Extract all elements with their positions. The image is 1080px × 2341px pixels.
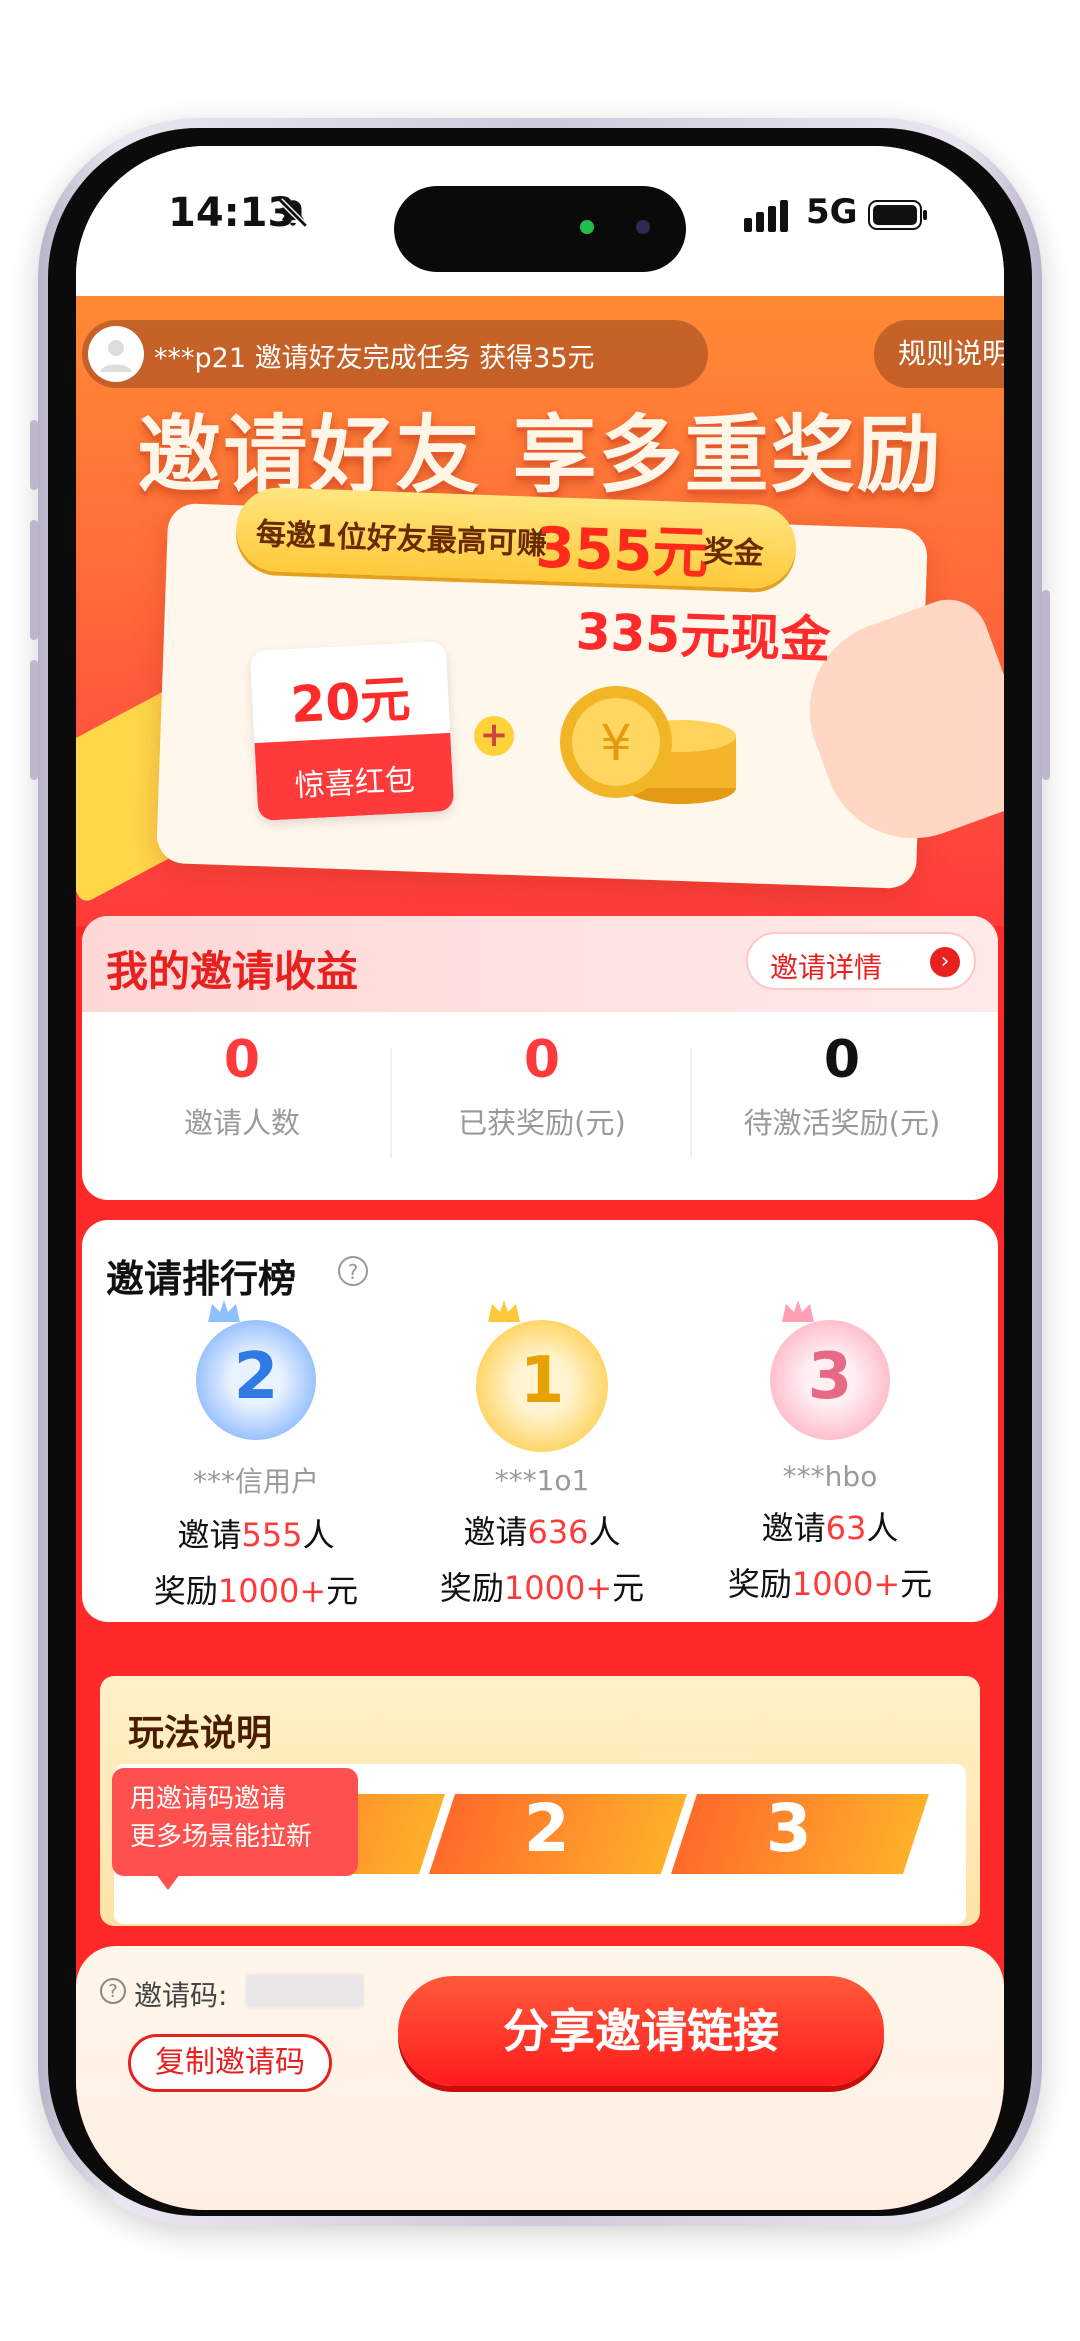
hero-banner: ***p21 邀请好友完成任务 获得35元 规则说明 邀请好友 享多重奖励 每邀…	[76, 296, 1004, 936]
invite-count-line: 邀请555人	[116, 1510, 396, 1556]
medal-rank: 1	[519, 1344, 565, 1418]
status-bar: 14:13 5G	[76, 146, 1004, 296]
camera-lens-icon	[636, 220, 650, 234]
stat-earned-reward: 0 已获奖励(元)	[392, 1030, 692, 1142]
stat-label: 邀请人数	[183, 1106, 300, 1140]
share-invite-link-button[interactable]: 分享邀请链接	[398, 1976, 884, 2086]
pill-amount: 355元	[534, 515, 710, 587]
step-2: 2	[429, 1790, 687, 1874]
user-icon	[100, 340, 132, 372]
pill-prefix: 每邀1位好友最高可赚	[255, 516, 548, 563]
earnings-card: 我的邀请收益 邀请详情 › 0 邀请人数 0 已获奖励(元) 0 待激活奖励(元…	[82, 916, 998, 1200]
copy-invite-code-button[interactable]: 复制邀请码	[128, 2034, 332, 2092]
help-icon[interactable]: ?	[100, 1978, 126, 2004]
medal-2-icon: 2	[196, 1300, 316, 1440]
stat-label: 已获奖励(元)	[458, 1106, 626, 1140]
step-number: 2	[523, 1790, 570, 1867]
earnings-header: 我的邀请收益 邀请详情 ›	[82, 916, 998, 1012]
leaderboard-user: ***1o1	[494, 1464, 590, 1497]
tooltip-tail	[156, 1874, 180, 1890]
invite-details-label: 邀请详情	[770, 951, 883, 984]
leaderboard-entry-rank-1: 1 ***1o1 邀请636人 奖励1000+元	[402, 1300, 682, 1609]
pill-suffix: 奖金	[703, 534, 765, 572]
invite-prefix: 邀请	[177, 1516, 242, 1554]
invite-count: 555	[241, 1516, 303, 1554]
ticker-message: ***p21 邀请好友完成任务 获得35元	[154, 343, 595, 374]
reward-line: 奖励1000+元	[402, 1563, 682, 1609]
invite-code-tooltip: 用邀请码邀请 更多场景能拉新	[112, 1768, 358, 1890]
medal-rank: 2	[233, 1340, 279, 1414]
invite-prefix: 邀请	[463, 1513, 528, 1551]
invite-suffix: 人	[866, 1509, 899, 1547]
reward-amount: 1000+	[503, 1569, 613, 1607]
bell-muted-icon	[278, 198, 308, 228]
rules-button[interactable]: 规则说明	[874, 320, 1004, 388]
app-screen: 14:13 5G ***p21 邀请好友完成任务 获得35元 规则说明 邀请好友…	[76, 146, 1004, 2210]
reward-amount: 1000+	[791, 1565, 901, 1603]
leaderboard-entry-rank-2: 2 ***信用户 邀请555人 奖励1000+元	[116, 1300, 396, 1612]
reward-suffix: 元	[326, 1572, 359, 1610]
leaderboard-entry-rank-3: 3 ***hbo 邀请63人 奖励1000+元	[690, 1300, 970, 1605]
reward-suffix: 元	[900, 1565, 933, 1603]
power-button	[1042, 590, 1050, 780]
stat-value: 0	[223, 1030, 261, 1090]
page-title: 邀请好友 享多重奖励	[137, 406, 943, 504]
reward-line: 奖励1000+元	[116, 1566, 396, 1612]
red-envelope: 20元 惊喜红包	[249, 640, 455, 822]
reward-prefix: 奖励	[439, 1569, 504, 1607]
volume-down-button	[30, 660, 38, 780]
stat-invited-count: 0 邀请人数	[92, 1030, 392, 1142]
medal-1-icon: 1	[476, 1300, 608, 1452]
invite-prefix: 邀请	[761, 1509, 826, 1547]
reward-suffix: 元	[612, 1569, 645, 1607]
invite-suffix: 人	[588, 1513, 621, 1551]
invite-count: 63	[825, 1509, 867, 1547]
reward-prefix: 奖励	[727, 1565, 792, 1603]
invite-count-line: 邀请636人	[402, 1507, 682, 1553]
volume-up-button	[30, 420, 38, 490]
tooltip-text: 用邀请码邀请 更多场景能拉新	[130, 1784, 313, 1852]
stat-pending-reward: 0 待激活奖励(元)	[692, 1030, 992, 1142]
leaderboard-user: ***信用户	[192, 1465, 319, 1498]
invite-suffix: 人	[302, 1516, 335, 1554]
network-type: 5G	[806, 192, 858, 232]
crown-icon	[488, 1300, 520, 1322]
how-to-play-title: 玩法说明	[128, 1713, 273, 1754]
invite-count: 636	[527, 1513, 589, 1551]
bottom-action-bar: ? 邀请码: 复制邀请码 分享邀请链接	[76, 1946, 1004, 2210]
invite-code-label: 邀请码:	[134, 1979, 228, 2012]
cash-reward: 335元现金	[574, 602, 832, 670]
envelope-amount: 20元	[289, 669, 412, 735]
medal-rank: 3	[807, 1340, 853, 1414]
leaderboard-card: 邀请排行榜 ? 2 ***信用户 邀请555人 奖励1000+元 1 ***1o…	[82, 1220, 998, 1622]
volume-up-button	[30, 520, 38, 640]
chevron-right-icon: ›	[930, 947, 960, 977]
leaderboard-title: 邀请排行榜	[106, 1257, 297, 1301]
stat-value: 0	[823, 1030, 861, 1090]
invite-count-line: 邀请63人	[690, 1503, 970, 1549]
invite-details-button[interactable]: 邀请详情 ›	[746, 932, 976, 990]
avatar	[88, 326, 144, 382]
medal-3-icon: 3	[770, 1300, 890, 1440]
reward-amount: 1000+	[217, 1572, 327, 1610]
svg-text:¥: ¥	[600, 714, 632, 772]
battery-icon	[868, 200, 927, 230]
activity-ticker: ***p21 邀请好友完成任务 获得35元	[82, 320, 708, 388]
camera-indicator-icon	[580, 220, 594, 234]
reward-prefix: 奖励	[153, 1572, 218, 1610]
reward-line: 奖励1000+元	[690, 1559, 970, 1605]
step-3: 3	[671, 1790, 929, 1874]
help-icon[interactable]: ?	[338, 1256, 368, 1286]
coins-icon: ¥	[560, 686, 736, 804]
plus-icon: +	[474, 716, 514, 756]
cellular-signal-icon	[744, 200, 788, 232]
leaderboard-user: ***hbo	[782, 1460, 878, 1493]
crown-icon	[208, 1300, 240, 1322]
step-number: 3	[765, 1790, 812, 1867]
crown-icon	[782, 1300, 814, 1322]
earnings-title: 我的邀请收益	[106, 947, 359, 996]
invite-code-value	[246, 1974, 364, 2008]
stat-label: 待激活奖励(元)	[743, 1106, 941, 1140]
stat-value: 0	[523, 1030, 561, 1090]
